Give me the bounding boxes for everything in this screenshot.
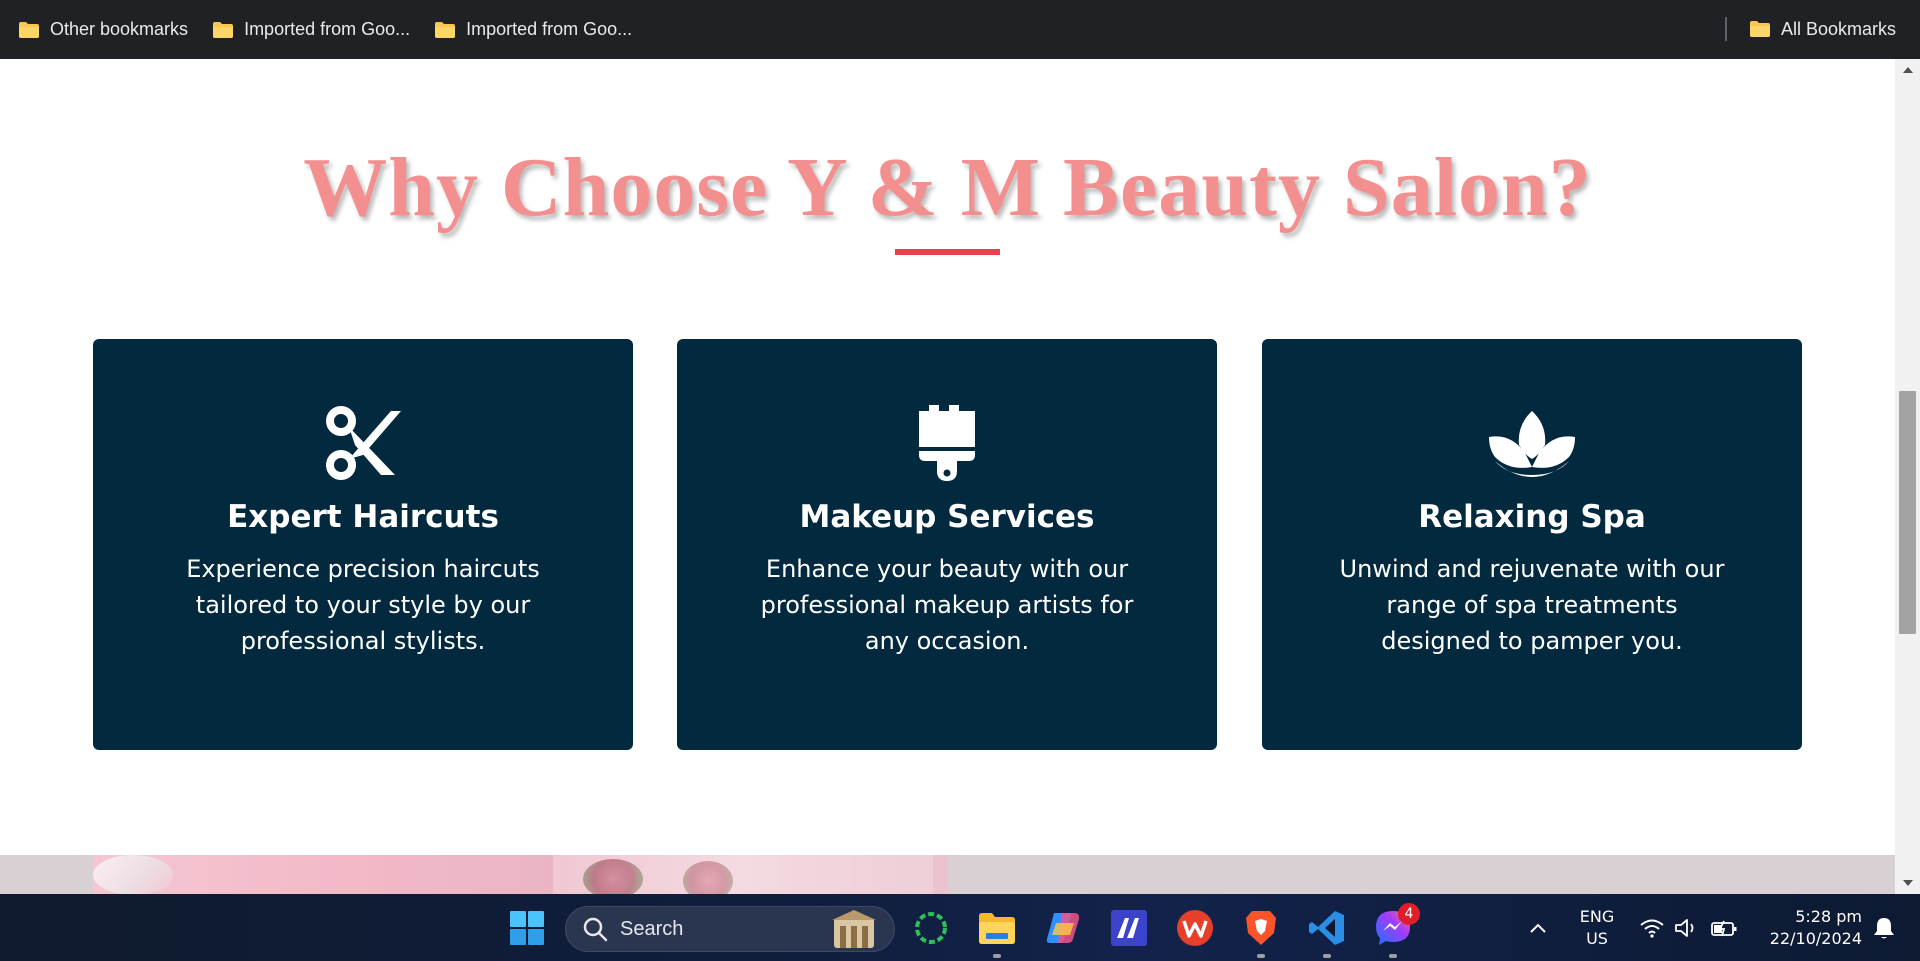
windows-taskbar: Search 4 ENG US 5:28 pm 22/10/2024 (0, 894, 1920, 961)
card-description: Experience precision haircuts tailored t… (186, 555, 540, 655)
search-placeholder: Search (620, 917, 684, 940)
page-viewport: Why Choose Y & M Beauty Salon? Expert Ha… (0, 59, 1895, 894)
battery-charging-icon[interactable] (1706, 906, 1742, 950)
folder-icon (19, 21, 39, 38)
running-indicator (1257, 954, 1265, 958)
all-bookmarks-button[interactable]: All Bookmarks (1749, 11, 1896, 47)
wing-ide-icon[interactable] (1107, 906, 1151, 950)
wps-office-icon[interactable] (1173, 906, 1217, 950)
feature-card-haircuts: Expert Haircuts Experience precision hai… (93, 339, 633, 750)
scroll-up-arrow-icon[interactable] (1903, 67, 1913, 73)
show-hidden-icons-chevron-icon[interactable] (1518, 906, 1558, 950)
running-indicator (1323, 954, 1331, 958)
search-highlight-icon (832, 910, 876, 948)
windows-start-icon[interactable] (505, 906, 549, 950)
file-explorer-icon[interactable] (975, 906, 1019, 958)
scissors-icon (318, 405, 408, 481)
volume-icon[interactable] (1670, 906, 1702, 950)
bookmark-imported-1[interactable]: Imported from Goo... (212, 12, 422, 48)
folder-icon (1749, 21, 1770, 37)
card-description: Enhance your beauty with our professiona… (760, 555, 1134, 655)
notification-bell-icon[interactable] (1866, 906, 1902, 950)
search-icon (583, 917, 608, 942)
bookmarks-bar: Other bookmarks Imported from Goo... Imp… (0, 0, 1920, 59)
region-label: US (1586, 929, 1608, 948)
lotus-icon (1487, 405, 1577, 481)
bookmark-other-bookmarks[interactable]: Other bookmarks (18, 12, 200, 48)
messenger-icon[interactable]: 4 (1371, 903, 1420, 958)
bookmark-label: Imported from Goo... (466, 19, 633, 39)
card-title: Relaxing Spa (1418, 499, 1646, 535)
divider (1724, 17, 1727, 41)
scrollbar-thumb[interactable] (1899, 391, 1916, 634)
card-description: Unwind and rejuvenate with our range of … (1339, 555, 1725, 655)
vertical-scrollbar[interactable] (1895, 59, 1920, 894)
folder-icon (213, 21, 234, 38)
notification-badge: 4 (1398, 903, 1420, 925)
headline-underline (895, 249, 1000, 255)
running-indicator (993, 954, 1001, 958)
paint-brush-icon (902, 405, 992, 481)
taskbar-search-box[interactable]: Search (565, 906, 895, 952)
section-headline: Why Choose Y & M Beauty Salon? (303, 141, 1592, 234)
bookmark-label: Imported from Goo... (244, 19, 411, 39)
vscode-icon[interactable] (1305, 906, 1349, 958)
wifi-icon[interactable] (1636, 906, 1668, 950)
scroll-down-arrow-icon[interactable] (1903, 880, 1913, 886)
all-bookmarks-label: All Bookmarks (1780, 18, 1896, 39)
folder-icon (435, 21, 456, 38)
clock-date: 22/10/2024 (1769, 929, 1862, 948)
clock-time: 5:28 pm (1795, 907, 1862, 926)
loading-app-icon[interactable] (909, 906, 953, 950)
bookmark-imported-2[interactable]: Imported from Goo... (434, 12, 644, 48)
feature-card-makeup: Makeup Services Enhance your beauty with… (677, 339, 1217, 750)
brave-browser-icon[interactable] (1239, 906, 1283, 958)
bookmark-label: Other bookmarks (50, 19, 189, 39)
next-section-photo (93, 855, 948, 894)
copilot-icon[interactable] (1041, 906, 1085, 950)
feature-card-spa: Relaxing Spa Unwind and rejuvenate with … (1262, 339, 1802, 750)
all-bookmarks-area: All Bookmarks (1724, 11, 1896, 47)
clock[interactable]: 5:28 pm 22/10/2024 (1752, 906, 1862, 950)
card-title: Makeup Services (799, 499, 1095, 535)
language-label: ENG (1579, 907, 1615, 926)
card-title: Expert Haircuts (227, 499, 499, 535)
running-indicator (1389, 954, 1397, 958)
input-language-indicator[interactable]: ENG US (1572, 906, 1622, 950)
